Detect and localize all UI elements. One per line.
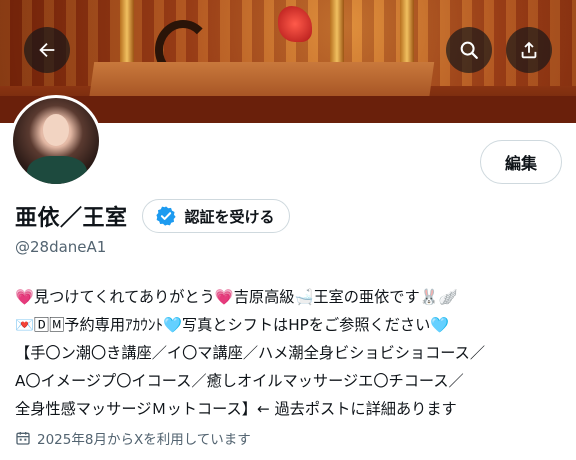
edit-profile-button[interactable]: 編集 [480,140,562,184]
bio-line: 💌🄳🄼予約専用ｱｶｳﾝﾄ🩵写真とシフトはHPをご参照ください🩵 [15,316,450,334]
avatar-face [43,114,69,146]
arrow-left-icon [39,42,55,58]
profile-bio: 💗見つけてくれてありがとう💗吉原高級🛁王室の亜依です🐰🪽 💌🄳🄼予約専用ｱｶｳﾝ… [15,283,565,423]
name-row: 亜依／王室 認証を受ける [15,196,290,236]
profile-banner[interactable] [0,0,576,123]
calendar-icon [16,432,30,445]
share-button[interactable] [506,27,552,73]
bio-line: 💗見つけてくれてありがとう💗吉原高級🛁王室の亜依です🐰🪽 [15,288,458,306]
search-icon [460,41,478,59]
get-verified-button[interactable]: 認証を受ける [141,199,290,233]
display-name: 亜依／王室 [15,206,128,231]
user-handle: @28daneA1 [15,238,107,256]
joined-date: 2025年8月からXを利用しています [15,428,251,448]
bio-line: 全身性感マッサージＭットコース】← 過去ポストに詳細あります [15,400,457,418]
avatar[interactable] [10,95,102,187]
bio-line: 【手〇ン潮〇き講座／イ〇マ講座／ハメ潮全身ビショビショコース／ [15,344,486,362]
share-upload-icon [521,41,537,59]
search-button[interactable] [446,27,492,73]
joined-date-text: 2025年8月からXを利用しています [37,432,251,448]
avatar-dress [27,156,87,184]
verified-badge-icon [155,206,176,226]
back-button[interactable] [24,27,70,73]
bio-line: A〇イメージプ〇イコース／癒しオイルマッサージエ〇チコース／ [15,372,464,390]
get-verified-label: 認証を受ける [184,207,275,226]
